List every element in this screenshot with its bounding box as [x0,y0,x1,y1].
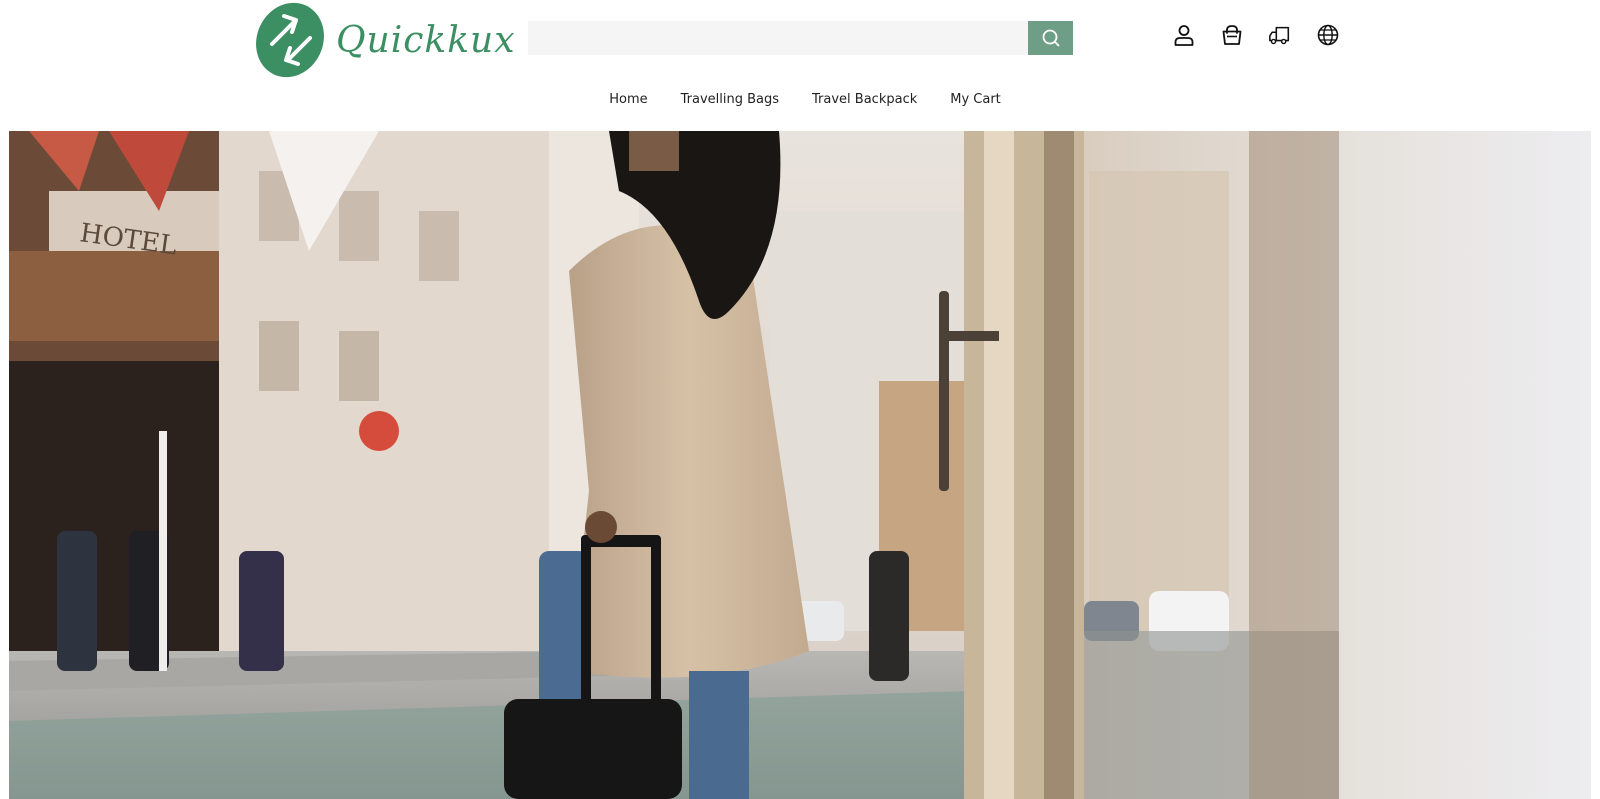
brand-name: Quickkux [336,19,516,61]
account-button[interactable] [1172,21,1196,49]
search-icon [1042,29,1059,47]
logo-icon [256,2,324,78]
search-button[interactable] [1028,21,1073,55]
main-nav: Home Travelling Bags Travel Backpack My … [0,92,1600,107]
nav-item-travelling-bags[interactable]: Travelling Bags [681,92,779,107]
hero-banner: HOTEL [9,131,1591,799]
site-header: Quickkux Home Travelling Bags Travel Bac… [0,0,1600,130]
header-actions [1172,21,1340,49]
nav-item-home[interactable]: Home [609,92,647,107]
nav-item-travel-backpack[interactable]: Travel Backpack [812,92,917,107]
language-button[interactable] [1316,21,1340,49]
brand-logo[interactable]: Quickkux [254,0,515,80]
user-icon [1174,25,1194,46]
globe-icon [1317,24,1339,46]
search-input[interactable] [528,21,1028,55]
cart-button[interactable] [1220,21,1244,49]
nav-item-my-cart[interactable]: My Cart [950,92,1001,107]
shopping-bag-icon [1222,25,1242,45]
delivery-button[interactable] [1268,21,1292,49]
delivery-truck-icon [1269,26,1290,45]
hero-image: HOTEL [9,131,1591,799]
search-bar [528,21,1073,55]
